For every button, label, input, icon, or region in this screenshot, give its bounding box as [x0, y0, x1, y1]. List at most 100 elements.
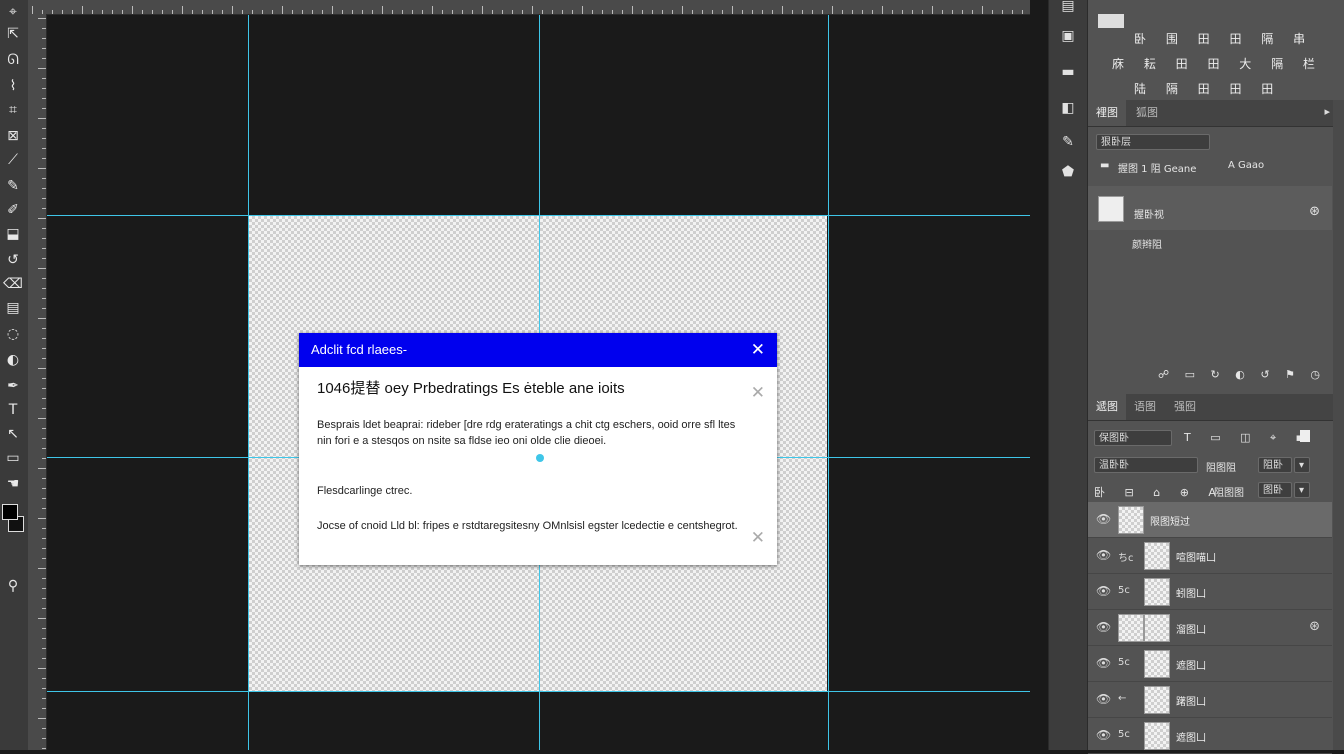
ruler-tick [38, 118, 46, 119]
guide-horizontal[interactable] [47, 691, 1030, 692]
ruler-tick [42, 608, 46, 609]
properties-dropdown[interactable]: 狠卧层 [1096, 134, 1210, 150]
properties-icon[interactable]: ▣ [1058, 26, 1078, 46]
ruler-tick [62, 10, 63, 14]
crop-tool-icon[interactable]: ⌗ [2, 100, 24, 120]
swatches-icon[interactable]: ⬟ [1058, 162, 1078, 182]
layer-row[interactable]: 👁 5c 遮图凵 [1088, 646, 1332, 682]
horizontal-ruler[interactable] [28, 0, 1030, 15]
properties-item[interactable]: 握卧视 ⊛ [1088, 186, 1332, 230]
frame-tool-icon[interactable]: ⊠ [2, 126, 24, 146]
tab-properties[interactable]: 裡图 [1088, 100, 1126, 126]
layer-row[interactable]: 👁 溜图凵 ⊛ [1088, 610, 1332, 646]
layer-row[interactable]: 👁 5c 遮图凵 [1088, 718, 1332, 754]
ruler-tick [38, 268, 46, 269]
ruler-tick [42, 228, 46, 229]
opacity-dropdown[interactable]: ▾ [1294, 457, 1310, 473]
layer-row[interactable]: 👁 ちc 喧图喵凵 [1088, 538, 1332, 574]
visibility-eye-icon[interactable]: 👁 [1096, 692, 1111, 706]
visibility-eye-icon[interactable]: 👁 [1096, 512, 1111, 526]
guide-horizontal[interactable] [47, 215, 1030, 216]
glyph-row[interactable]: 卧 围 田 田 隔 串 [1134, 30, 1313, 47]
panel-menu-icon[interactable]: ▸ [1324, 105, 1330, 118]
healing-brush-icon[interactable]: ✎ [2, 176, 24, 196]
ruler-tick [482, 6, 483, 14]
visibility-eye-icon[interactable]: 👁 [1096, 656, 1111, 670]
dodge-tool-icon[interactable]: ◐ [2, 350, 24, 370]
eraser-tool-icon[interactable]: ⌫ [2, 274, 24, 294]
ruler-tick [42, 78, 46, 79]
layer-filter-icons[interactable]: T ▭ ◫ ⌖ ▪ [1184, 431, 1311, 445]
gradient-tool-icon[interactable]: ▤ [2, 298, 24, 318]
layer-link-icon: ← [1118, 693, 1127, 704]
hand-tool-icon[interactable]: ☚ [2, 474, 24, 494]
link-icon[interactable]: ⊛ [1309, 204, 1320, 219]
lock-icons[interactable]: 卧 ⊟ ⌂ ⊕ A [1094, 484, 1224, 500]
ruler-tick [42, 448, 46, 449]
visibility-eye-icon[interactable]: 👁 [1096, 728, 1111, 742]
zoom-tool-icon[interactable]: ⚲ [2, 576, 24, 596]
history-brush-icon[interactable]: ↺ [2, 250, 24, 270]
history-icon[interactable]: ▤ [1058, 0, 1078, 16]
close-icon[interactable]: ✕ [751, 333, 765, 367]
tab-channels[interactable]: 语图 [1126, 394, 1164, 420]
filter-toggle[interactable] [1300, 430, 1310, 442]
layer-row[interactable]: 👁 限图短过 [1088, 502, 1332, 538]
ruler-tick [842, 10, 843, 14]
ruler-tick [38, 468, 46, 469]
visibility-eye-icon[interactable]: 👁 [1096, 584, 1111, 598]
ruler-tick [262, 10, 263, 14]
opacity-input[interactable]: 阻卧 [1258, 457, 1292, 473]
type-tool-icon[interactable]: T [2, 400, 24, 420]
properties-mask-icon[interactable]: ▬ [1100, 160, 1109, 171]
adjustments-icon[interactable]: ◧ [1058, 98, 1078, 118]
layer-kind-filter[interactable]: 保图卧 [1094, 430, 1172, 446]
stamp-tool-icon[interactable]: ⬓ [2, 224, 24, 244]
glyph-row[interactable]: 庥 耘 田 田 大 隔 栏 [1112, 55, 1323, 72]
quick-select-tool-icon[interactable]: ⌇ [2, 76, 24, 96]
blur-tool-icon[interactable]: ◌ [2, 324, 24, 344]
eyedropper-tool-icon[interactable]: ⟋ [2, 150, 24, 170]
tab-layers[interactable]: 遞图 [1088, 394, 1126, 420]
tab-paths[interactable]: 强囮 [1166, 394, 1204, 420]
canvas-area[interactable]: Adclit fcd rlaees- ✕ 1046提替 oey Prbedrat… [47, 15, 1030, 750]
visibility-eye-icon[interactable]: 👁 [1096, 548, 1111, 562]
layer-row[interactable]: 👁 5c 蚓图凵 [1088, 574, 1332, 610]
brush-settings-icon[interactable]: ✎ [1058, 132, 1078, 152]
artboard-tool-icon[interactable]: ⇱ [2, 24, 24, 44]
ruler-tick [42, 28, 46, 29]
ruler-tick [192, 10, 193, 14]
pen-tool-icon[interactable]: ✒ [2, 376, 24, 396]
layer-row[interactable]: 👁 ← 躇图凵 [1088, 682, 1332, 718]
visibility-eye-icon[interactable]: 👁 [1096, 620, 1111, 634]
ruler-tick [42, 738, 46, 739]
properties-bottom-icons[interactable]: ☍ ▭ ↻ ◐ ↺ ⚑ ◷ [1158, 368, 1326, 381]
ruler-tick [42, 288, 46, 289]
fill-dropdown[interactable]: ▾ [1294, 482, 1310, 498]
ruler-tick [612, 10, 613, 14]
guide-vertical[interactable] [248, 15, 249, 750]
lasso-tool-icon[interactable]: ᘏ [2, 50, 24, 70]
ruler-tick [682, 6, 683, 14]
ruler-tick [742, 10, 743, 14]
vertical-ruler[interactable] [28, 14, 47, 750]
guide-vertical[interactable] [828, 15, 829, 750]
path-select-tool-icon[interactable]: ↖ [2, 424, 24, 444]
layers-scrollbar[interactable] [1333, 100, 1344, 750]
tab-adjustments[interactable]: 狐图 [1128, 100, 1166, 126]
move-tool-icon[interactable]: ⌖ [2, 2, 24, 22]
shape-tool-icon[interactable]: ▭ [2, 448, 24, 468]
ruler-tick [712, 10, 713, 14]
ruler-tick [42, 688, 46, 689]
glyph-row[interactable]: 陆 隔 田 田 田 [1134, 80, 1281, 97]
layer-effects-icon[interactable]: ⊛ [1309, 619, 1320, 634]
brush-tool-icon[interactable]: ✐ [2, 200, 24, 220]
blend-mode-dropdown[interactable]: 温卧卧 [1094, 457, 1198, 473]
close-icon[interactable]: ✕ [751, 383, 765, 403]
fill-input[interactable]: 图卧 [1258, 482, 1292, 498]
foreground-color-swatch[interactable] [2, 504, 18, 520]
libraries-icon[interactable]: ▬ [1058, 62, 1078, 82]
close-icon[interactable]: ✕ [751, 528, 765, 548]
properties-tabbar: 裡图 狐图 ▸ [1088, 100, 1344, 127]
layer-name: 限图短过 [1150, 517, 1190, 528]
